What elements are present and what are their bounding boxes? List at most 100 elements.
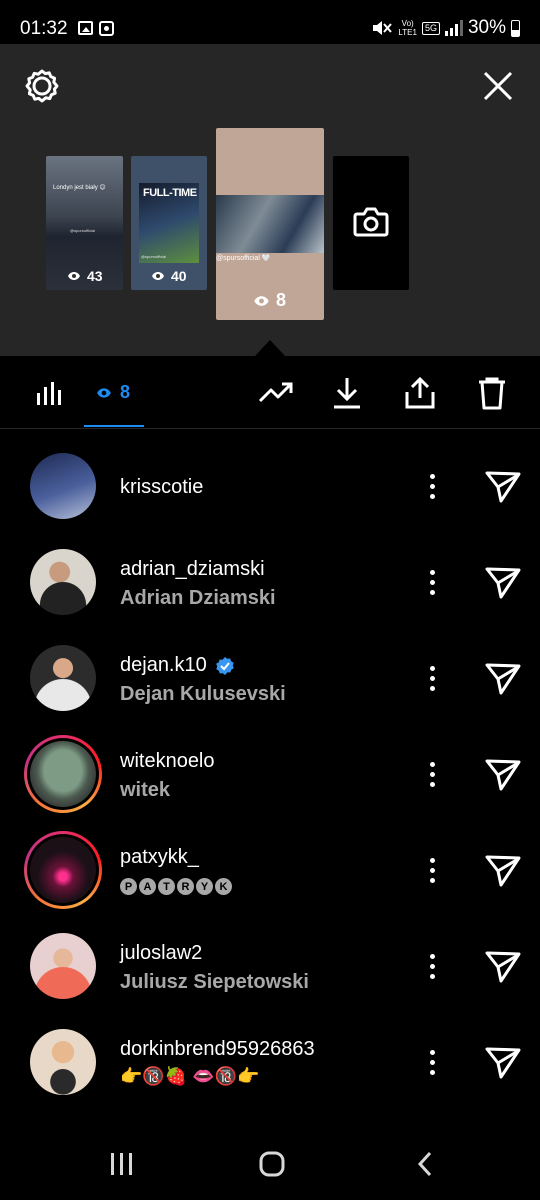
story-ring[interactable]: [24, 831, 102, 909]
more-vertical-icon[interactable]: [420, 1047, 444, 1077]
send-icon[interactable]: [484, 853, 522, 887]
story-view-count: 8: [253, 290, 286, 311]
story-thumbnail-1[interactable]: Londyn jest biały 😊 @spursofficial 43: [46, 156, 123, 290]
selected-story-pointer: [255, 340, 285, 356]
viewer-full-name: Juliusz Siepetowski: [120, 971, 309, 993]
more-vertical-icon[interactable]: [420, 759, 444, 789]
camera-icon: [353, 207, 389, 237]
viewer-full-name: Adrian Dziamski: [120, 587, 276, 609]
avatar[interactable]: [30, 1029, 96, 1095]
close-icon[interactable]: [480, 68, 516, 104]
verified-badge-icon: [215, 656, 234, 675]
story-views-value: 8: [276, 290, 287, 310]
send-icon[interactable]: [484, 757, 522, 791]
story-views-value: 40: [171, 268, 187, 284]
viewer-row-juloslaw2[interactable]: juloslaw2 Juliusz Siepetowski: [0, 916, 540, 1012]
volte-label: Vo): [401, 19, 414, 28]
name-letter: T: [158, 878, 175, 895]
share-button[interactable]: [404, 376, 436, 410]
viewer-username[interactable]: dejan.k10: [120, 654, 207, 677]
more-vertical-icon[interactable]: [420, 471, 444, 501]
eye-icon: [97, 387, 111, 398]
delete-icon: [479, 377, 505, 410]
send-icon[interactable]: [484, 469, 522, 503]
story-view-count: 43: [67, 268, 103, 284]
avatar[interactable]: [30, 453, 96, 519]
more-vertical-icon[interactable]: [420, 951, 444, 981]
tab-viewers[interactable]: 8: [84, 356, 144, 428]
avatar[interactable]: [30, 645, 96, 711]
share-icon: [405, 376, 435, 409]
viewer-full-name: witek: [120, 779, 171, 801]
tab-indicator: [84, 425, 144, 427]
viewer-username-group: dejan.k10: [120, 654, 235, 677]
viewer-row-dejan-k10[interactable]: dejan.k10 Dejan Kulusevski: [0, 628, 540, 724]
promote-button[interactable]: [258, 376, 294, 410]
viewer-row-witeknoelo[interactable]: witeknoelo witek: [0, 724, 540, 820]
status-bar: 01:32 Vo) LTE1 5G 30%: [0, 0, 540, 44]
back-icon[interactable]: [412, 1150, 440, 1178]
viewer-username[interactable]: adrian_dziamski: [120, 558, 265, 581]
viewer-username[interactable]: juloslaw2: [120, 942, 202, 965]
avatar[interactable]: [30, 549, 96, 615]
add-story-button[interactable]: [333, 156, 409, 290]
story-image: [216, 195, 324, 253]
viewer-username[interactable]: dorkinbrend95926863: [120, 1038, 315, 1061]
viewer-row-patxykk_[interactable]: patxykk_ P A T R Y K: [0, 820, 540, 916]
story-thumbnail-2[interactable]: FULL-TIME @spursofficial 40: [131, 156, 207, 290]
delete-button[interactable]: [476, 376, 508, 410]
name-letter: P: [120, 878, 137, 895]
viewer-row-dorkinbrend95926863[interactable]: dorkinbrend95926863 👉🔞🍓 👄🔞👉: [0, 1012, 540, 1108]
viewer-full-name: P A T R Y K: [120, 878, 232, 895]
viewer-username[interactable]: witeknoelo: [120, 750, 215, 773]
story-tag: @spursofficial: [70, 228, 96, 233]
promote-trend-icon: [258, 382, 293, 403]
story-tag: @spursofficial: [141, 254, 167, 259]
download-button[interactable]: [332, 376, 362, 410]
viewer-full-name: Dejan Kulusevski: [120, 683, 286, 705]
viewer-row-adrian_dziamski[interactable]: adrian_dziamski Adrian Dziamski: [0, 532, 540, 628]
status-time: 01:32: [20, 18, 68, 39]
more-vertical-icon[interactable]: [420, 855, 444, 885]
story-toolbar: 8: [0, 356, 540, 429]
signal-icon: [444, 20, 463, 36]
story-caption: Londyn jest biały 😊: [53, 185, 106, 191]
name-letter: Y: [196, 878, 213, 895]
gallery-icon: [78, 21, 93, 35]
recents-icon[interactable]: [108, 1150, 136, 1178]
avatar: [30, 837, 96, 903]
battery-icon: [511, 19, 520, 37]
story-ring[interactable]: [24, 735, 102, 813]
name-letter: K: [215, 878, 232, 895]
story-views-value: 43: [87, 268, 103, 284]
story-thumbnail-3[interactable]: @spursofficial 🤍 8: [216, 128, 324, 320]
volte-icon: Vo) LTE1: [398, 19, 417, 37]
name-letter: R: [177, 878, 194, 895]
camera-notification-icon: [99, 21, 114, 36]
insights-button[interactable]: [34, 376, 64, 410]
avatar[interactable]: [30, 933, 96, 999]
eye-icon: [254, 295, 269, 306]
bar-chart-icon: [37, 382, 61, 405]
viewer-row-krisscotie[interactable]: krisscotie: [0, 436, 540, 532]
avatar: [30, 741, 96, 807]
gear-icon[interactable]: [24, 68, 60, 104]
more-vertical-icon[interactable]: [420, 567, 444, 597]
eye-icon: [152, 272, 164, 280]
send-icon[interactable]: [484, 949, 522, 983]
lte-label: LTE1: [398, 28, 417, 37]
story-tag: @spursofficial 🤍: [216, 255, 271, 262]
send-icon[interactable]: [484, 565, 522, 599]
send-icon[interactable]: [484, 1045, 522, 1079]
viewer-full-name: 👉🔞🍓 👄🔞👉: [120, 1066, 260, 1086]
download-icon: [334, 378, 360, 409]
viewer-username[interactable]: patxykk_: [120, 846, 199, 869]
send-icon[interactable]: [484, 661, 522, 695]
viewer-username[interactable]: krisscotie: [120, 476, 203, 499]
eye-icon: [68, 272, 80, 280]
name-letter: A: [139, 878, 156, 895]
more-vertical-icon[interactable]: [420, 663, 444, 693]
home-icon[interactable]: [258, 1150, 286, 1178]
5g-icon: 5G: [421, 21, 440, 35]
viewers-count: 8: [120, 382, 131, 402]
